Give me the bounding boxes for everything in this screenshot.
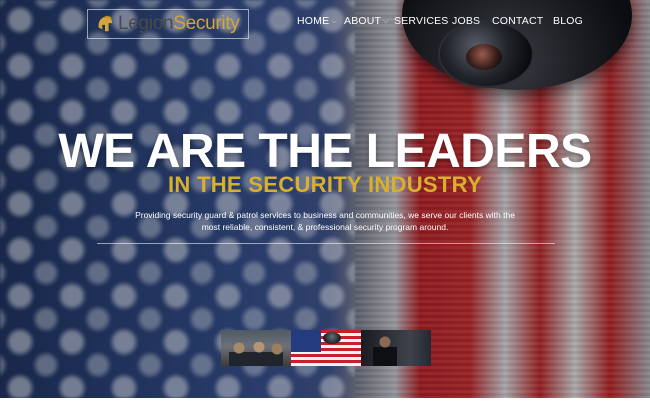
nav-about[interactable]: ABOUT ⌵ [344,15,389,27]
flag-camera-photo-icon[interactable] [291,330,361,366]
logo-text-security: Security [173,13,240,34]
hero-banner: LegionSecurity HOME ⌵ ABOUT ⌵ SERVICES JOB… [0,0,650,398]
spartan-helmet-icon [98,15,113,32]
logo-text-legion: Legion [118,13,174,34]
security-camera-lens [466,44,502,70]
nav-blog[interactable]: BLOG [553,15,583,27]
team-photo-icon[interactable] [221,330,291,366]
nav-about-label: ABOUT [344,15,382,27]
nav-blog-label: BLOG [553,15,583,27]
nav-home-label: HOME [297,15,330,27]
nav-contact[interactable]: CONTACT [492,15,543,27]
nav-home[interactable]: HOME ⌵ [297,15,337,27]
logo-wordmark: LegionSecurity [118,13,240,35]
chevron-down-icon: ⌵ [383,18,389,25]
hero-divider [97,243,555,244]
nav-contact-label: CONTACT [492,15,544,27]
security-officer-photo-icon[interactable]: SECURI [361,330,431,366]
nav-services-label: SERVICES [394,15,449,27]
thumbnail-gallery: SECURI [221,330,431,366]
hero-description: Providing security guard & patrol servic… [135,210,515,232]
thumbnail-caption: SECURI [377,352,396,358]
hero-subheadline: IN THE SECURITY INDUSTRY [167,172,482,197]
nav-services[interactable]: SERVICES [394,15,449,27]
nav-jobs[interactable]: JOBS [452,15,480,27]
nav-jobs-label: JOBS [452,15,481,27]
hero-headline: WE ARE THE LEADERS [58,125,592,178]
site-logo[interactable]: LegionSecurity [87,9,249,39]
page-bottom-strip [0,398,650,414]
chevron-down-icon: ⌵ [331,18,337,25]
